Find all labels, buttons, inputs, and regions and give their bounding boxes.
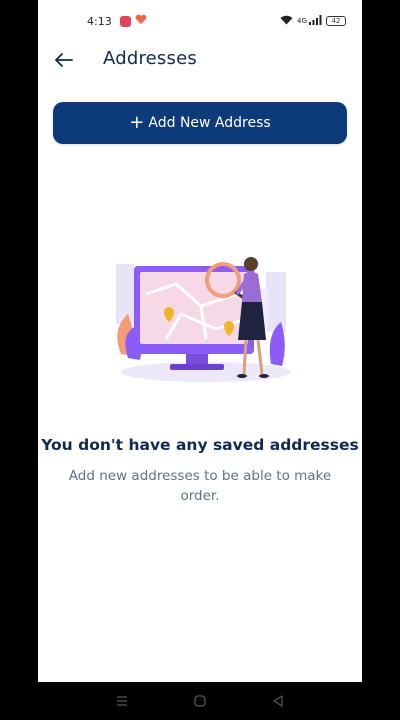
notification-app-icon [119,15,131,27]
volte-icon: 4G [297,16,307,25]
status-time: 4:13 [87,14,112,28]
plus-icon: + [129,112,145,133]
system-navigation-bar [0,682,400,720]
menu-icon [117,696,127,706]
arrow-left-icon [55,53,73,67]
home-button[interactable] [192,693,208,709]
app-screen: 4:13 4G 42 Addresses + Add New Address Y… [38,0,362,682]
menu-button[interactable] [114,693,130,709]
back-icon [273,695,283,707]
page-title: Addresses [103,48,197,69]
notification-health-icon [135,14,147,28]
signal-icon [309,14,322,28]
add-new-address-label: Add New Address [148,115,271,131]
home-icon [194,695,206,707]
battery-icon: 42 [326,16,346,26]
back-nav-button[interactable] [270,693,286,709]
add-new-address-button[interactable]: + Add New Address [53,102,347,144]
status-bar: 4:13 4G 42 [38,0,362,42]
empty-state-title: You don't have any saved addresses [41,436,359,454]
wifi-icon [280,15,293,28]
app-bar: Addresses [38,42,362,78]
empty-addresses-illustration [116,257,291,382]
empty-state-subtitle: Add new addresses to be able to make ord… [68,468,332,504]
back-button[interactable] [54,50,74,70]
